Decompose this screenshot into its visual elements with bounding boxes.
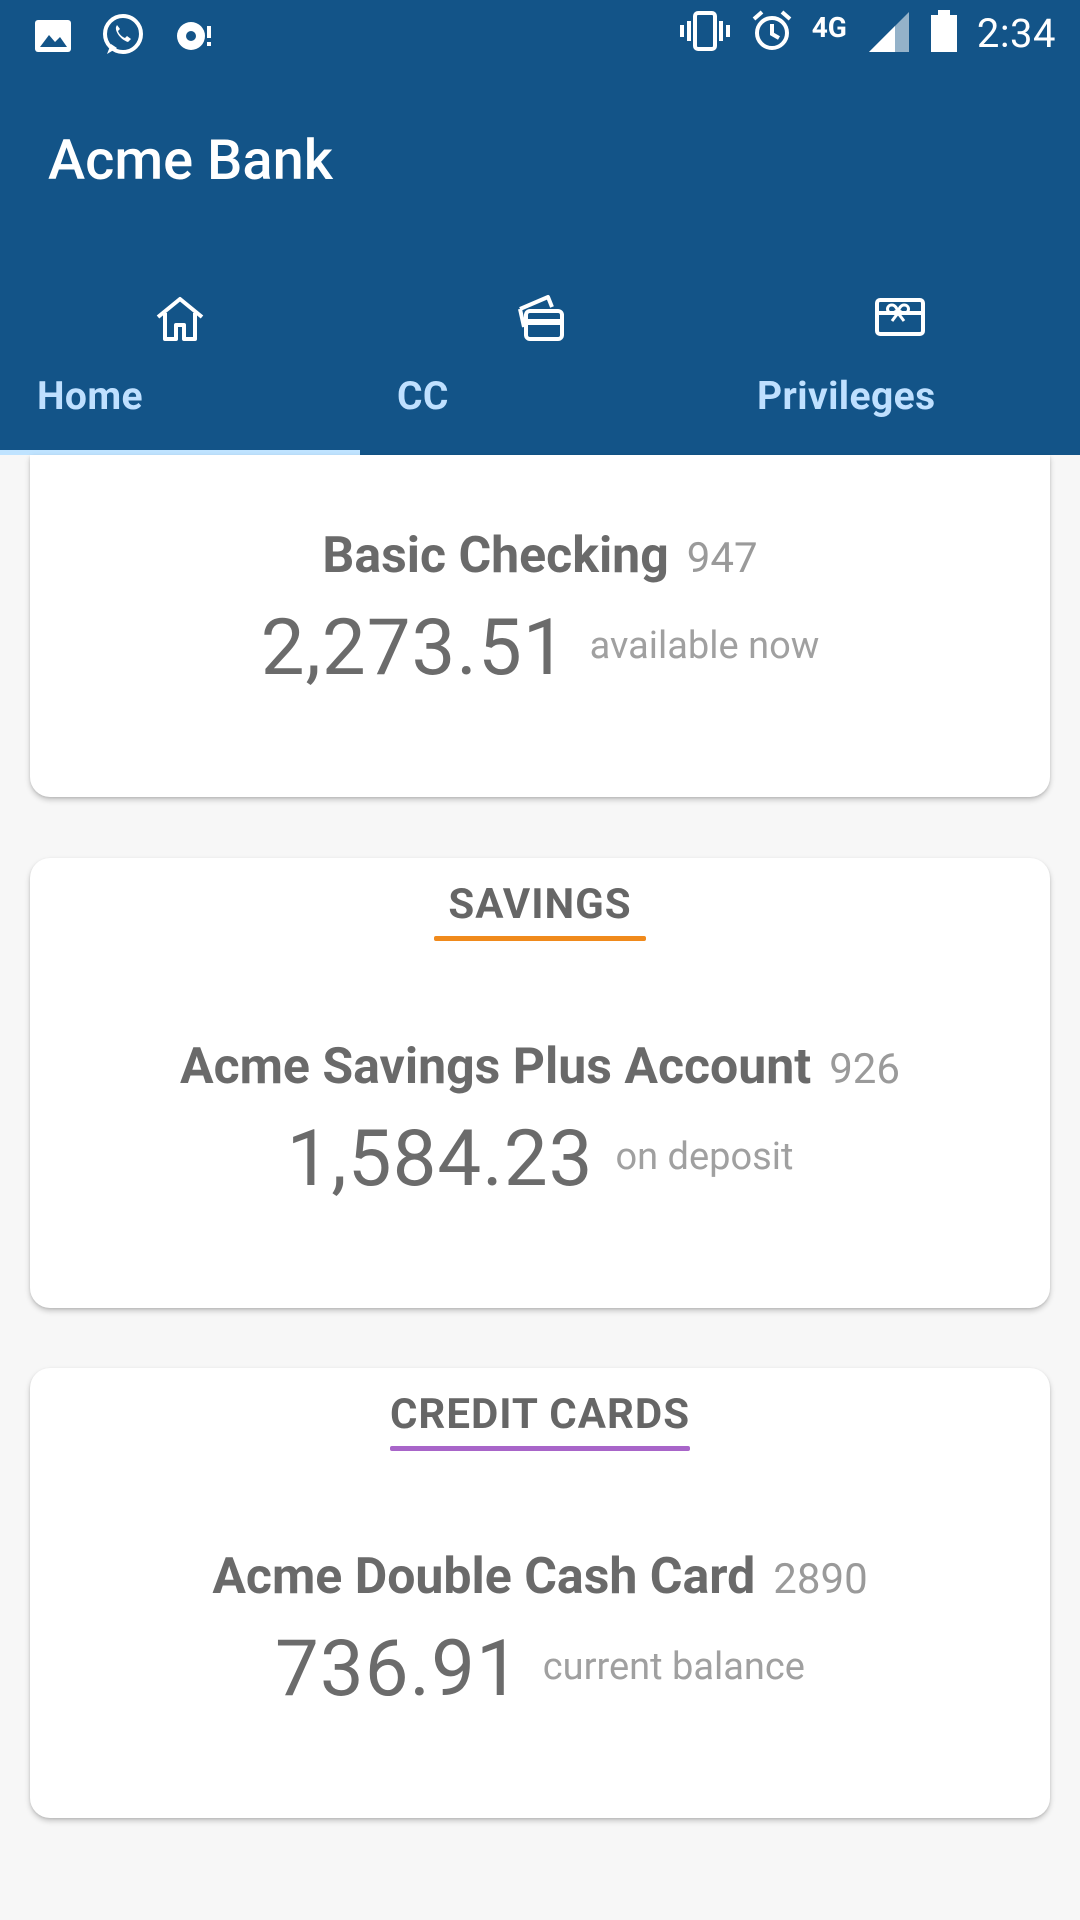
status-bar: 4G 2:34 — [0, 0, 1080, 75]
checking-account-line: Basic Checking 947 — [30, 527, 1050, 585]
image-icon — [33, 16, 73, 60]
whatsapp-icon — [99, 12, 147, 64]
status-right-icons: 4G 2:34 — [678, 8, 1056, 58]
vibrate-icon — [678, 9, 732, 57]
amount-label: on deposit — [615, 1135, 794, 1179]
battery-icon — [929, 8, 959, 58]
gift-card-icon — [874, 297, 926, 341]
account-name: Acme Double Cash Card — [212, 1548, 756, 1606]
account-amount: 736.91 — [275, 1624, 521, 1715]
credit-card-account-line: Acme Double Cash Card 2890 — [30, 1548, 1050, 1606]
home-icon — [154, 295, 206, 347]
tab-privileges[interactable]: Privileges — [720, 235, 1080, 455]
savings-card[interactable]: SAVINGS Acme Savings Plus Account 926 1,… — [30, 858, 1050, 1308]
account-name: Basic Checking — [322, 527, 669, 585]
credit-card-amount-line: 736.91 current balance — [30, 1624, 1050, 1715]
checking-account-card[interactable]: Basic Checking 947 2,273.51 available no… — [30, 455, 1050, 797]
credit-cards-underline — [390, 1446, 690, 1451]
credit-cards-card[interactable]: CREDIT CARDS Acme Double Cash Card 2890 … — [30, 1368, 1050, 1818]
account-number: 926 — [829, 1045, 901, 1094]
savings-underline — [434, 936, 646, 941]
checking-amount-line: 2,273.51 available now — [30, 603, 1050, 694]
account-number: 947 — [686, 534, 758, 583]
tab-cc-label: CC — [397, 373, 449, 419]
signal-icon — [865, 8, 911, 58]
credit-card-icon — [514, 293, 566, 349]
tab-cc[interactable]: CC — [360, 235, 720, 455]
amount-label: available now — [589, 624, 820, 668]
account-name: Acme Savings Plus Account — [179, 1038, 812, 1096]
savings-amount-line: 1,584.23 on deposit — [30, 1114, 1050, 1205]
account-amount: 1,584.23 — [286, 1114, 594, 1205]
section-title-credit-cards: CREDIT CARDS — [389, 1390, 691, 1439]
app-title: Acme Bank — [48, 127, 333, 193]
section-title-savings: SAVINGS — [448, 880, 632, 929]
tab-home[interactable]: Home — [0, 235, 360, 455]
status-time: 2:34 — [976, 9, 1056, 57]
account-amount: 2,273.51 — [260, 603, 568, 694]
sync-icon — [173, 16, 219, 60]
app-bar: Acme Bank — [0, 75, 1080, 235]
status-left-icons — [33, 12, 219, 64]
account-number: 2890 — [773, 1555, 868, 1604]
tab-home-label: Home — [37, 373, 143, 419]
alarm-icon — [750, 9, 794, 57]
tab-privileges-label: Privileges — [757, 373, 936, 419]
savings-account-line: Acme Savings Plus Account 926 — [30, 1038, 1050, 1096]
tab-bar: Home CC Privileges — [0, 235, 1080, 455]
network-type: 4G — [811, 10, 847, 44]
amount-label: current balance — [542, 1645, 805, 1689]
